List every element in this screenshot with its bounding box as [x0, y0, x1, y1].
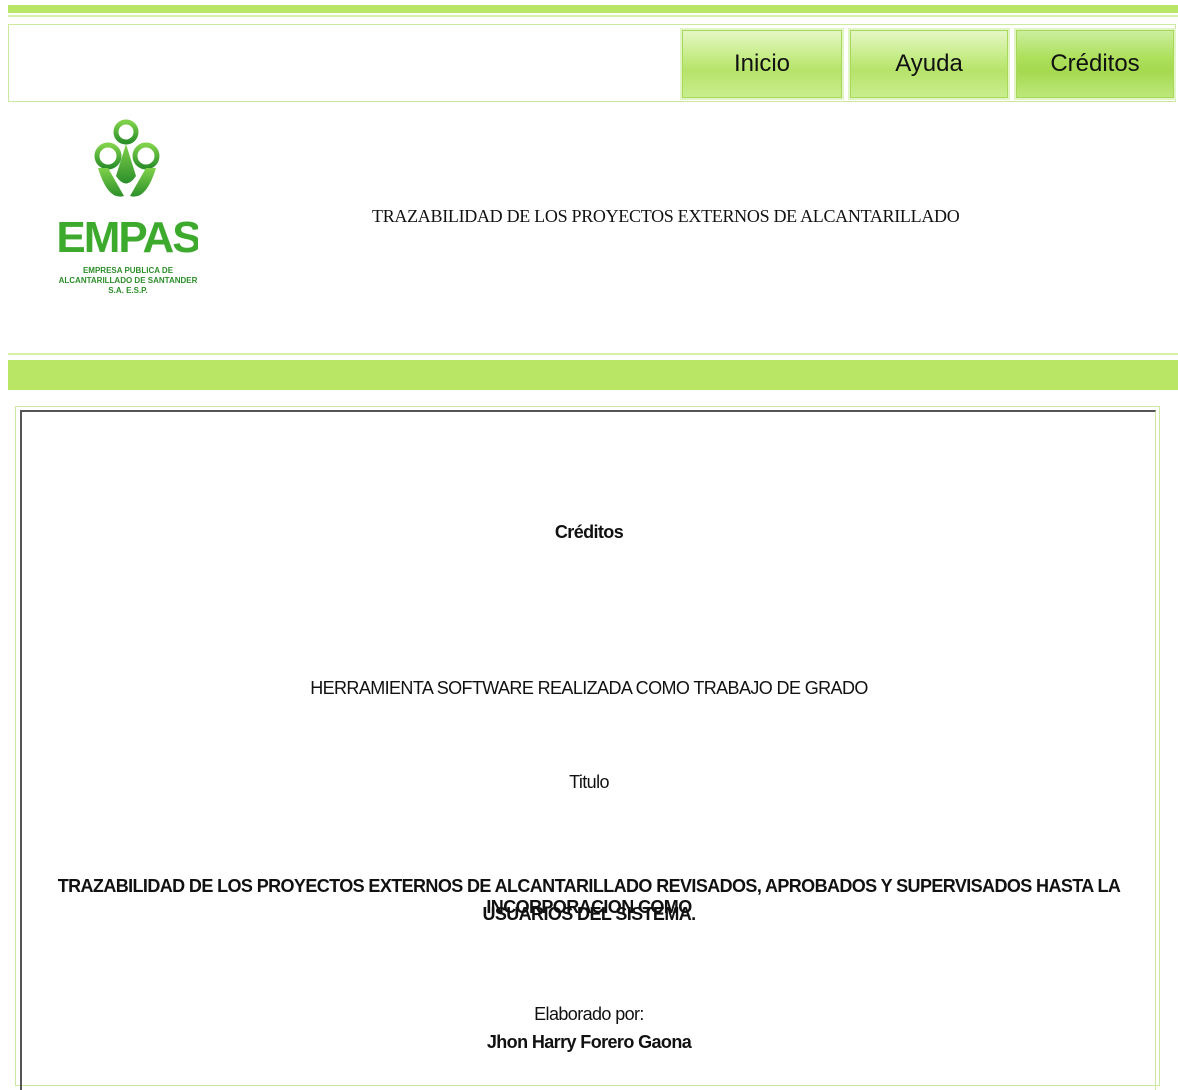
nav-creditos-button[interactable]: Créditos	[1014, 28, 1176, 100]
logo-graphic: EMPAS EMPRESA PUBLICA DE ALCANTARILLADO …	[56, 119, 202, 295]
nav-inicio-button[interactable]: Inicio	[680, 28, 844, 100]
top-accent-line	[8, 15, 1178, 17]
content-panel	[20, 410, 1156, 1090]
logo-subtitle-line3: S.A. E.S.P.	[108, 286, 147, 295]
author-label: Elaborado por:	[534, 1004, 644, 1024]
nav-ayuda-button[interactable]: Ayuda	[848, 28, 1010, 100]
credits-description: HERRAMIENTA SOFTWARE REALIZADA COMO TRAB…	[310, 678, 868, 698]
band-top-line	[8, 353, 1178, 355]
logo-subtitle-line1: EMPRESA PUBLICA DE	[83, 266, 174, 275]
empas-logo: EMPAS EMPRESA PUBLICA DE ALCANTARILLADO …	[56, 116, 202, 312]
green-band	[8, 360, 1178, 390]
logo-subtitle-line2: ALCANTARILLADO DE SANTANDER	[59, 276, 198, 285]
titulo-label: Titulo	[569, 772, 609, 792]
top-accent-stripe	[8, 5, 1178, 13]
project-title-line2: USUARIOS DEL SISTEMA.	[482, 904, 696, 924]
logo-wordmark: EMPAS	[58, 213, 198, 262]
credits-heading: Créditos	[554, 522, 624, 542]
page-header-title: TRAZABILIDAD DE LOS PROYECTOS EXTERNOS D…	[372, 206, 960, 226]
author-name: Jhon Harry Forero Gaona	[486, 1032, 692, 1052]
